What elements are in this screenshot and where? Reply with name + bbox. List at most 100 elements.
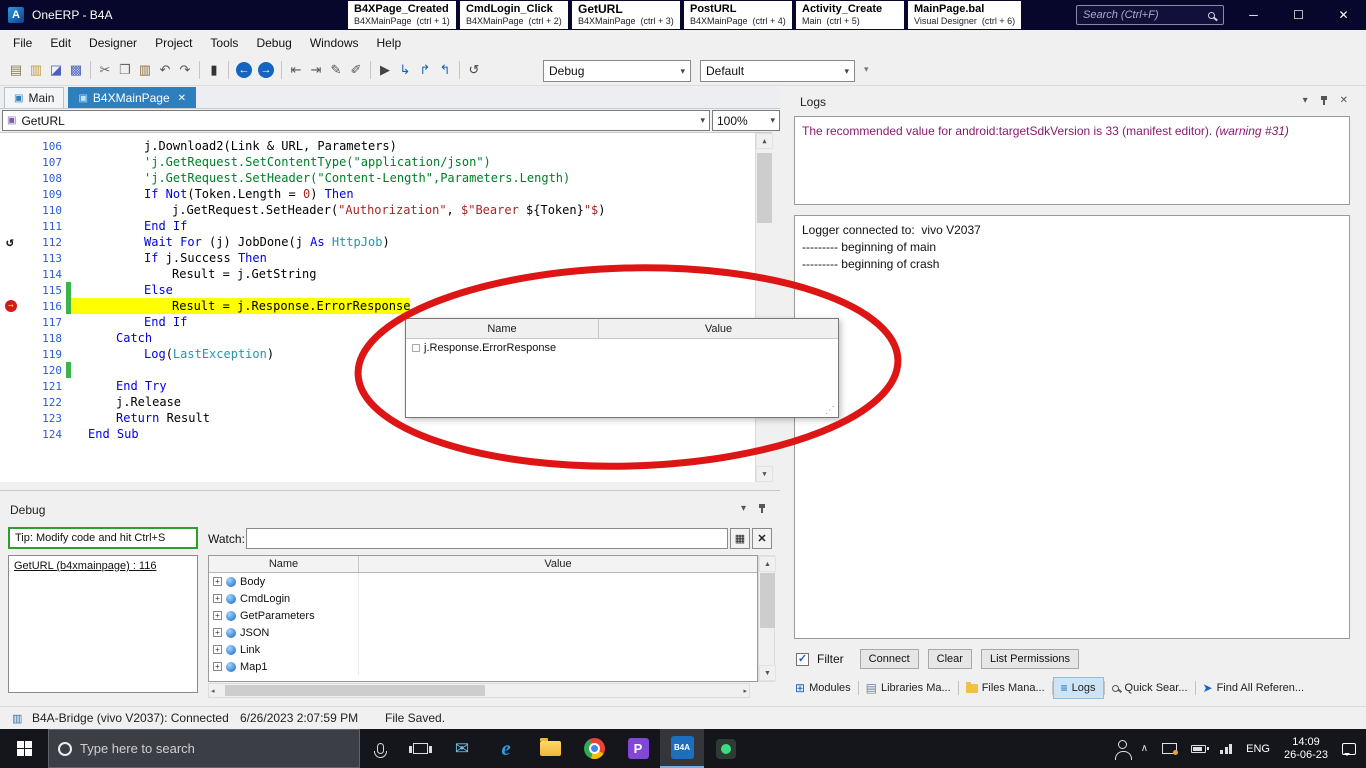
breakpoint-margin[interactable] bbox=[0, 250, 24, 266]
code-text[interactable]: Catch bbox=[71, 330, 152, 346]
quick-search-box[interactable]: Search (Ctrl+F) bbox=[1076, 5, 1224, 25]
taskbar-app-edge[interactable]: e bbox=[484, 729, 528, 768]
expand-icon[interactable]: + bbox=[213, 645, 222, 654]
panel-tab-logs[interactable]: ≡Logs bbox=[1053, 677, 1104, 699]
zoom-selector[interactable]: 100% ▾ bbox=[712, 110, 780, 131]
run-icon[interactable]: ▶ bbox=[375, 60, 395, 80]
scroll-up-icon[interactable]: ▲ bbox=[759, 556, 776, 572]
code-text[interactable] bbox=[71, 362, 88, 378]
microphone-button[interactable] bbox=[360, 729, 400, 768]
connect-button[interactable]: Connect bbox=[860, 649, 919, 669]
menu-tools[interactable]: Tools bbox=[201, 32, 247, 54]
code-text[interactable]: End If bbox=[71, 218, 187, 234]
clear-watch-button[interactable]: ✕ bbox=[752, 528, 772, 549]
clear-button[interactable]: Clear bbox=[928, 649, 972, 669]
watch-input[interactable] bbox=[246, 528, 728, 549]
shortcut-tab[interactable]: PostURLB4XMainPage (ctrl + 4) bbox=[684, 1, 792, 29]
breakpoint-margin[interactable] bbox=[0, 330, 24, 346]
resize-grip-icon[interactable]: ⋰ bbox=[825, 405, 835, 416]
comment-icon[interactable]: ✎ bbox=[326, 60, 346, 80]
scrollbar-thumb[interactable] bbox=[225, 685, 485, 696]
save-all-icon[interactable]: ▩ bbox=[66, 60, 86, 80]
step-over-icon[interactable]: ↱ bbox=[415, 60, 435, 80]
pin-icon[interactable] bbox=[758, 504, 766, 514]
member-selector[interactable]: ▣ GetURL ▾ bbox=[2, 110, 710, 131]
close-panel-icon[interactable]: ✕ bbox=[1340, 95, 1348, 106]
bookmark-icon[interactable]: ▮ bbox=[204, 60, 224, 80]
copy-icon[interactable]: ❐ bbox=[115, 60, 135, 80]
layout-variant-select[interactable]: Default ▾ bbox=[700, 60, 855, 82]
people-icon[interactable] bbox=[1118, 740, 1127, 749]
breakpoint-margin[interactable] bbox=[0, 138, 24, 154]
code-text[interactable]: End Try bbox=[71, 378, 167, 394]
panel-tab-modules[interactable]: ⊞Modules bbox=[788, 677, 858, 699]
redo-icon[interactable]: ↷ bbox=[175, 60, 195, 80]
code-text[interactable]: If j.Success Then bbox=[71, 250, 267, 266]
language-indicator[interactable]: ENG bbox=[1246, 743, 1270, 755]
scroll-left-icon[interactable]: ◂ bbox=[211, 687, 215, 695]
task-view-button[interactable] bbox=[400, 729, 440, 768]
paste-icon[interactable]: ▥ bbox=[135, 60, 155, 80]
code-text[interactable]: 'j.GetRequest.SetContentType("applicatio… bbox=[71, 154, 491, 170]
breakpoint-margin[interactable] bbox=[0, 266, 24, 282]
panel-tab-files[interactable]: Files Mana... bbox=[959, 677, 1052, 699]
menu-debug[interactable]: Debug bbox=[247, 32, 300, 54]
breakpoint-margin[interactable] bbox=[0, 426, 24, 442]
undo-icon[interactable]: ↶ bbox=[155, 60, 175, 80]
taskbar-search[interactable]: Type here to search bbox=[48, 729, 360, 768]
shortcut-tab[interactable]: B4XPage_CreatedB4XMainPage (ctrl + 1) bbox=[348, 1, 456, 29]
taskbar-app-mail[interactable]: ✉ bbox=[440, 729, 484, 768]
menu-help[interactable]: Help bbox=[368, 32, 411, 54]
breakpoint-margin[interactable]: → bbox=[0, 298, 24, 314]
restart-icon[interactable]: ↺ bbox=[464, 60, 484, 80]
shortcut-tab[interactable]: Activity_CreateMain (ctrl + 5) bbox=[796, 1, 904, 29]
battery-icon[interactable] bbox=[1191, 745, 1206, 753]
breakpoint-margin[interactable] bbox=[0, 282, 24, 298]
watch-horizontal-scrollbar[interactable]: ◂ ▸ bbox=[208, 683, 750, 698]
step-into-icon[interactable]: ↳ bbox=[395, 60, 415, 80]
code-text[interactable]: Result = j.GetString bbox=[71, 266, 317, 282]
watch-popup-row[interactable]: j.Response.ErrorResponse bbox=[406, 339, 838, 357]
code-text[interactable]: Result = j.Response.ErrorResponse bbox=[71, 298, 410, 314]
breakpoint-margin[interactable] bbox=[0, 410, 24, 426]
open-project-icon[interactable]: ▥ bbox=[26, 60, 46, 80]
panel-tab-find[interactable]: ➤Find All Referen... bbox=[1196, 677, 1312, 699]
code-text[interactable]: 'j.GetRequest.SetHeader("Content-Length"… bbox=[71, 170, 570, 186]
breakpoint-margin[interactable] bbox=[0, 154, 24, 170]
expand-icon[interactable]: + bbox=[213, 577, 222, 586]
expand-icon[interactable]: + bbox=[213, 594, 222, 603]
expand-icon[interactable]: + bbox=[213, 662, 222, 671]
pin-icon[interactable] bbox=[1320, 96, 1328, 106]
watch-row[interactable]: +CmdLogin bbox=[209, 590, 757, 607]
scroll-down-icon[interactable]: ▼ bbox=[759, 665, 776, 681]
code-text[interactable]: Else bbox=[71, 282, 173, 298]
watch-row[interactable]: +Map1 bbox=[209, 658, 757, 675]
maximize-button[interactable]: ☐ bbox=[1276, 0, 1321, 30]
taskbar-app-chrome[interactable] bbox=[572, 729, 616, 768]
shortcut-tab[interactable]: GetURLB4XMainPage (ctrl + 3) bbox=[572, 1, 680, 29]
network-icon[interactable] bbox=[1220, 744, 1232, 754]
shortcut-tab[interactable]: MainPage.balVisual Designer (ctrl + 6) bbox=[908, 1, 1021, 29]
watch-row[interactable]: +JSON bbox=[209, 624, 757, 641]
breakpoint-margin[interactable] bbox=[0, 170, 24, 186]
expand-icon[interactable] bbox=[412, 344, 420, 352]
code-text[interactable]: j.Download2(Link & URL, Parameters) bbox=[71, 138, 397, 154]
panel-tab-search[interactable]: Quick Sear... bbox=[1105, 677, 1195, 699]
tab-close-icon[interactable]: ✕ bbox=[178, 93, 186, 104]
cut-icon[interactable]: ✂ bbox=[95, 60, 115, 80]
breakpoint-margin[interactable] bbox=[0, 362, 24, 378]
cast-icon[interactable] bbox=[1162, 743, 1177, 754]
start-button[interactable] bbox=[0, 729, 48, 768]
watch-row[interactable]: +Link bbox=[209, 641, 757, 658]
watch-vertical-scrollbar[interactable]: ▲ ▼ bbox=[758, 555, 775, 682]
close-button[interactable]: ✕ bbox=[1321, 0, 1366, 30]
toolbar-overflow-icon[interactable]: ▾ bbox=[864, 64, 869, 75]
code-text[interactable]: Return Result bbox=[71, 410, 210, 426]
taskbar-app-emulator[interactable] bbox=[704, 729, 748, 768]
evaluate-expression-button[interactable]: ▦ bbox=[730, 528, 750, 549]
indent-icon[interactable]: ⇥ bbox=[306, 60, 326, 80]
editor-tab-main[interactable]: ▣Main bbox=[4, 87, 64, 108]
breakpoint-margin[interactable] bbox=[0, 346, 24, 362]
breakpoint-margin[interactable] bbox=[0, 202, 24, 218]
breakpoint-margin[interactable] bbox=[0, 314, 24, 330]
